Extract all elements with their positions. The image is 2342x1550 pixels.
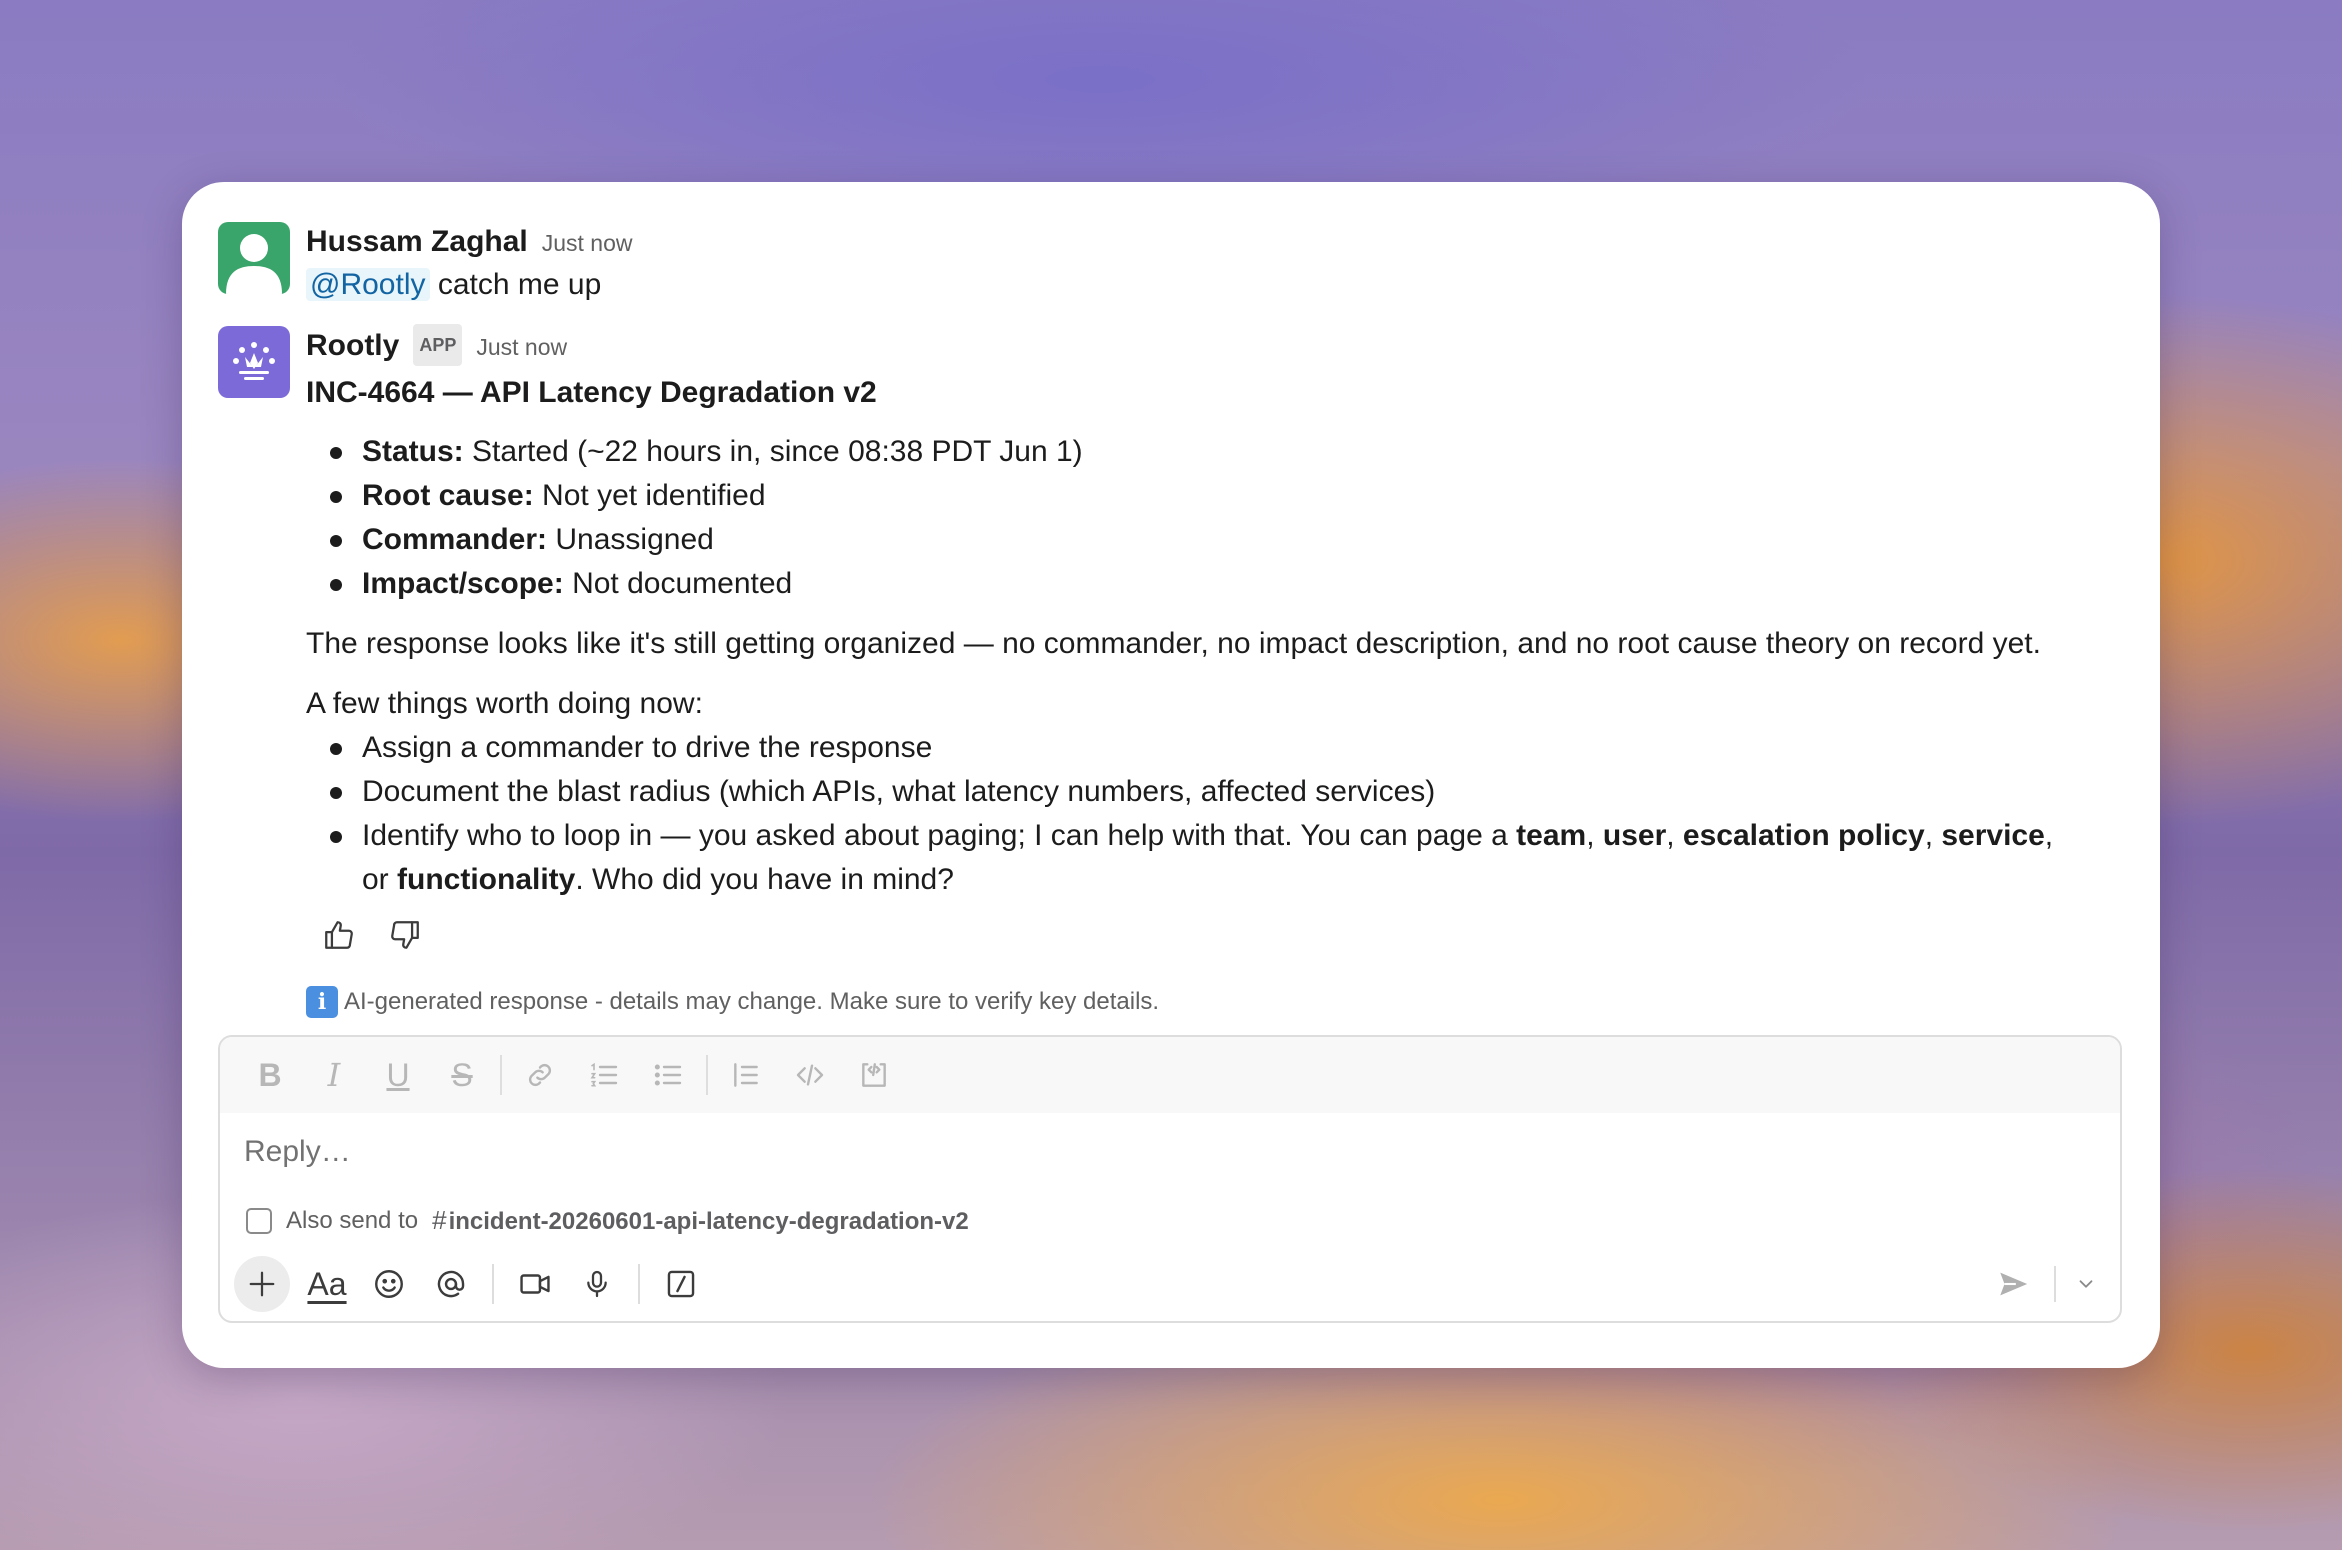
list-item: Status: Started (~22 hours in, since 08:… (316, 430, 2124, 474)
code-block-icon[interactable] (842, 1047, 906, 1103)
bold-icon[interactable]: B (238, 1047, 302, 1103)
list-item: Document the blast radius (which APIs, w… (316, 770, 2124, 814)
actions-list: Assign a commander to drive the response… (316, 726, 2124, 902)
strikethrough-icon[interactable]: S (430, 1047, 494, 1103)
user-avatar[interactable] (218, 222, 290, 294)
incident-title: INC-4664 — API Latency Degradation v2 (306, 376, 877, 409)
list-item: Assign a commander to drive the response (316, 726, 2124, 770)
info-icon: i (306, 986, 338, 1018)
channel-name: #incident-20260601-api-latency-degradati… (432, 1205, 969, 1235)
toolbar-divider (638, 1264, 640, 1304)
toolbar-divider (2054, 1266, 2056, 1302)
microphone-icon[interactable] (566, 1255, 628, 1313)
list-item: Root cause: Not yet identified (316, 474, 2124, 518)
bulleted-list-icon[interactable] (636, 1047, 700, 1103)
thumbs-up-icon[interactable] (320, 916, 358, 954)
plus-icon[interactable] (234, 1256, 290, 1312)
toolbar-divider (706, 1055, 708, 1095)
user-timestamp[interactable]: Just now (542, 223, 633, 263)
list-item: Identify who to loop in — you asked abou… (316, 814, 2124, 902)
rootly-logo-icon (233, 342, 275, 380)
disclaimer-text: AI-generated response - details may chan… (344, 988, 1160, 1015)
video-icon[interactable] (504, 1255, 566, 1313)
emoji-icon[interactable] (358, 1255, 420, 1313)
feedback-buttons (320, 916, 2124, 954)
also-send-label: Also send to (286, 1206, 419, 1234)
actions-intro: A few things worth doing now: (306, 687, 703, 720)
code-icon[interactable] (778, 1047, 842, 1103)
mention-icon[interactable] (420, 1255, 482, 1313)
reply-composer: B I U S Reply… Also send to #incident-20… (218, 1035, 2122, 1323)
bot-timestamp[interactable]: Just now (476, 327, 567, 367)
formatting-toolbar: B I U S (220, 1037, 2120, 1113)
bot-name[interactable]: Rootly (306, 326, 399, 366)
reply-input[interactable] (244, 1129, 2094, 1175)
user-message-text: catch me up (437, 268, 602, 301)
ai-disclaimer: i AI-generated response - details may ch… (306, 986, 2124, 1018)
blockquote-icon[interactable] (714, 1047, 778, 1103)
rootly-mention[interactable]: @Rootly (306, 268, 430, 301)
italic-icon[interactable]: I (302, 1047, 366, 1103)
also-send-row: Also send to #incident-20260601-api-late… (246, 1205, 969, 1236)
composer-actions: Aa (234, 1255, 2106, 1313)
list-item: Commander: Unassigned (316, 518, 2124, 562)
thread-panel: Hussam Zaghal Just now @Rootly catch me … (182, 182, 2160, 1368)
thumbs-down-icon[interactable] (386, 916, 424, 954)
rootly-avatar[interactable] (218, 326, 290, 398)
underline-icon[interactable]: U (366, 1047, 430, 1103)
user-message: Hussam Zaghal Just now @Rootly catch me … (218, 222, 2124, 307)
toolbar-divider (492, 1264, 494, 1304)
summary-list: Status: Started (~22 hours in, since 08:… (316, 430, 2124, 606)
summary-paragraph: The response looks like it's still getti… (306, 627, 2041, 660)
ordered-list-icon[interactable] (572, 1047, 636, 1103)
user-name[interactable]: Hussam Zaghal (306, 222, 528, 262)
also-send-checkbox[interactable] (246, 1207, 272, 1234)
app-badge: APP (413, 324, 463, 366)
chevron-down-icon[interactable] (2066, 1255, 2106, 1313)
link-icon[interactable] (508, 1047, 572, 1103)
toolbar-divider (500, 1055, 502, 1095)
send-icon[interactable] (1982, 1255, 2044, 1313)
list-item: Impact/scope: Not documented (316, 562, 2124, 606)
text-format-icon[interactable]: Aa (296, 1255, 358, 1313)
bot-message: Rootly APP Just now INC-4664 — API Laten… (218, 324, 2124, 1018)
slash-command-icon[interactable] (650, 1255, 712, 1313)
